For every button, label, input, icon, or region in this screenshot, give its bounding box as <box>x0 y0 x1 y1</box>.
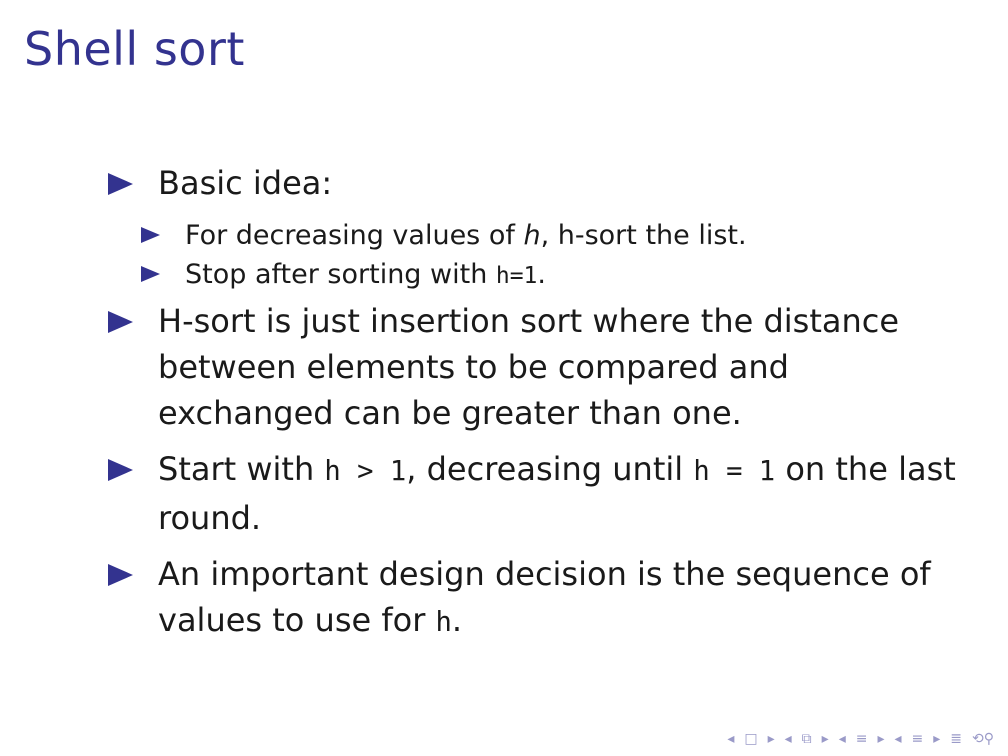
sub-list: For decreasing values of h, h-sort the l… <box>108 216 968 296</box>
nav-doc-prev-icon[interactable]: ◂ <box>894 731 901 747</box>
nav-subsection-icon[interactable]: ⧉ <box>802 731 812 747</box>
nav-subsection-prev-icon[interactable]: ◂ <box>785 731 792 747</box>
nav-doc-icon[interactable]: ≡ <box>912 731 924 747</box>
var-h: h <box>523 220 541 251</box>
triangle-bullet-icon <box>108 459 133 481</box>
triangle-bullet-icon <box>108 311 133 333</box>
nav-frame-icon[interactable]: □ <box>744 731 757 747</box>
bullet-text: An important design decision is the sequ… <box>158 555 931 639</box>
nav-subsection-next-icon[interactable]: ▸ <box>822 731 829 747</box>
sub-text: For decreasing values of <box>185 220 524 251</box>
nav-section-icon[interactable]: ≡ <box>856 731 868 747</box>
triangle-bullet-icon <box>108 173 133 195</box>
bullet-text: Start with <box>158 450 325 488</box>
triangle-bullet-icon <box>108 564 133 586</box>
nav-frame-next-icon[interactable]: ▸ <box>768 731 775 747</box>
code-h: h <box>435 607 452 638</box>
triangle-bullet-icon <box>141 227 160 243</box>
code-h-eq-1: h = 1 <box>693 456 776 487</box>
nav-align-icon[interactable]: ≣ <box>950 731 962 747</box>
bullet-start-with: Start with h > 1, decreasing until h = 1… <box>108 446 968 541</box>
sub-text: . <box>537 259 546 290</box>
nav-doc-next-icon[interactable]: ▸ <box>933 731 940 747</box>
bullet-h-sort: H-sort is just insertion sort where the … <box>108 298 968 436</box>
code-h-gt-1: h > 1 <box>324 456 407 487</box>
slide-title: Shell sort <box>24 22 245 76</box>
sub-text: Stop after sorting with <box>185 259 496 290</box>
code-h-1: h=1 <box>495 263 538 289</box>
bullet-text: , decreasing until <box>406 450 694 488</box>
bullet-basic-idea: Basic idea: <box>108 160 968 206</box>
sub-text: , h-sort the list. <box>540 220 747 251</box>
bullet-text: H-sort is just insertion sort where the … <box>158 302 900 432</box>
beamer-navigation-bar: ◂ □ ▸ ◂ ⧉ ▸ ◂ ≡ ▸ ◂ ≡ ▸ ≣ ⟲⚲ <box>727 728 994 750</box>
sub-bullet-decreasing: For decreasing values of h, h-sort the l… <box>141 216 968 255</box>
bullet-text: . <box>451 601 463 639</box>
bullet-text: Basic idea: <box>158 164 333 202</box>
nav-search-icon[interactable]: ⟲⚲ <box>972 731 994 747</box>
nav-section-next-icon[interactable]: ▸ <box>877 731 884 747</box>
nav-section-prev-icon[interactable]: ◂ <box>839 731 846 747</box>
slide-body: Basic idea: For decreasing values of h, … <box>108 160 968 656</box>
sub-bullet-stop: Stop after sorting with h=1. <box>141 255 968 296</box>
bullet-design-decision: An important design decision is the sequ… <box>108 551 968 646</box>
nav-frame-prev-icon[interactable]: ◂ <box>727 731 734 747</box>
triangle-bullet-icon <box>141 266 160 282</box>
